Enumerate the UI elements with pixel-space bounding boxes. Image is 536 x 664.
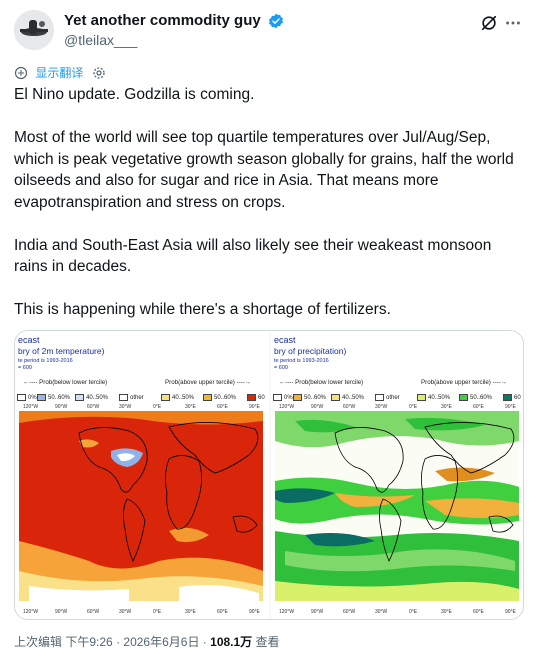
upper-tercile-label: Prob(above upper tercile) ----→ [165, 379, 251, 386]
legend-item: 60 [247, 393, 265, 403]
legend-swatch [119, 393, 128, 401]
tweet-meta: 上次编辑 下午9:26 · 2026年6月6日 · 108.1万 查看 [14, 634, 280, 650]
legend: 0% 50..60% 40..50% other 40..50% 50..60%… [271, 393, 523, 403]
legend-item: 50..60% [203, 393, 236, 403]
tweet-paragraph: Most of the world will see top quartile … [14, 129, 519, 211]
longitude-labels-bottom: 120°W 90°W 60°W 30°W 0°E 30°E 60°E 90°E [279, 609, 516, 615]
panel-period: te period is 1993-2016 [274, 358, 329, 364]
legend: 0% 50..60% 40..50% other 40..50% 50..60%… [15, 393, 269, 403]
edited-label[interactable]: 上次编辑 [14, 635, 62, 649]
translate-row: 显示翻译 [14, 64, 106, 80]
temperature-map [19, 411, 263, 601]
legend-swatch [417, 393, 426, 401]
legend-swatch [247, 393, 256, 401]
legend-item: 50..60% [293, 393, 326, 403]
panel-ensemble: = 600 [274, 365, 288, 371]
meta-separator: · [202, 635, 207, 649]
more-options-icon[interactable] [504, 14, 522, 32]
panel-ensemble: = 600 [18, 365, 32, 371]
panel-subtitle: bry of precipitation) [274, 346, 347, 356]
views-label: 查看 [255, 635, 280, 649]
legend-item: 50..60% [459, 393, 492, 403]
panel-title: ecast [18, 335, 40, 345]
legend-item: 40..50% [417, 393, 450, 403]
tweet-time[interactable]: 下午9:26 [65, 635, 112, 649]
legend-item: 40..50% [331, 393, 364, 403]
lower-tercile-label: ←---- Prob(below lower tercile) [23, 379, 108, 386]
legend-swatch [503, 393, 512, 401]
legend-item: 0% [273, 393, 293, 403]
legend-item: 40..50% [161, 393, 194, 403]
legend-swatch [161, 393, 170, 401]
tweet-media[interactable]: ecast bry of 2m temperature) te period i… [14, 330, 524, 620]
legend-swatch [273, 393, 282, 401]
legend-item: 40..50% [75, 393, 108, 403]
legend-item: 50..60% [37, 393, 70, 403]
grok-icon[interactable] [480, 14, 498, 32]
panel-subtitle: bry of 2m temperature) [18, 346, 105, 356]
precipitation-forecast-image[interactable]: ecast bry of precipitation) te period is… [271, 331, 523, 619]
views-count: 108.1万 [210, 635, 253, 649]
legend-swatch [331, 393, 340, 401]
verified-badge-icon[interactable] [268, 13, 284, 29]
temperature-forecast-image[interactable]: ecast bry of 2m temperature) te period i… [15, 331, 269, 619]
legend-swatch [375, 393, 384, 401]
legend-item: other [119, 393, 144, 403]
legend-swatch [75, 393, 84, 401]
show-translation-link[interactable]: 显示翻译 [35, 64, 83, 81]
legend-item: 60 [503, 393, 521, 403]
user-handle[interactable]: @tleilax___ [64, 31, 284, 49]
display-name[interactable]: Yet another commodity guy [64, 12, 261, 30]
panel-title: ecast [274, 335, 296, 345]
legend-swatch [293, 393, 302, 401]
tweet-paragraph: El Nino update. Godzilla is coming. [14, 86, 255, 103]
tweet-header: Yet another commodity guy @tleilax___ [14, 10, 522, 50]
tweet-date[interactable]: 2026年6月6日 [123, 635, 199, 649]
upper-tercile-label: Prob(above upper tercile) ----→ [421, 379, 507, 386]
longitude-labels-bottom: 120°W 90°W 60°W 30°W 0°E 30°E 60°E 90°E [23, 609, 260, 615]
legend-swatch [17, 393, 26, 401]
avatar-image [14, 10, 54, 50]
legend-swatch [37, 393, 46, 401]
avatar[interactable] [14, 10, 54, 50]
meta-separator: · [116, 635, 121, 649]
legend-swatch [459, 393, 468, 401]
tweet-text: El Nino update. Godzilla is coming. Most… [14, 84, 526, 321]
tweet-paragraph: India and South-East Asia will also like… [14, 236, 496, 276]
precipitation-map [275, 411, 519, 601]
tweet-paragraph: This is happening while there's a shorta… [14, 301, 391, 318]
settings-gear-icon[interactable] [92, 66, 106, 80]
translate-icon [14, 66, 28, 79]
legend-swatch [203, 393, 212, 401]
legend-item: other [375, 393, 400, 403]
legend-item: 0% [17, 393, 37, 403]
lower-tercile-label: ←---- Prob(below lower tercile) [279, 379, 364, 386]
panel-period: te period is 1993-2016 [18, 358, 73, 364]
